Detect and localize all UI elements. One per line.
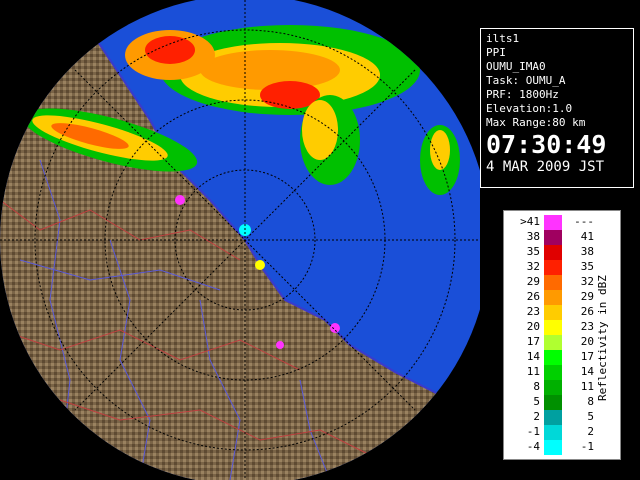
legend-lower-bound: 2 bbox=[533, 410, 540, 423]
legend-lower-bound: 14 bbox=[526, 350, 540, 363]
elevation-value: Elevation:1.0 bbox=[486, 102, 573, 115]
legend-lower-bound: >41 bbox=[520, 215, 540, 228]
legend-color-swatch bbox=[544, 290, 562, 305]
scan-type: PPI bbox=[486, 46, 506, 59]
legend-color-swatch bbox=[544, 260, 562, 275]
scan-time: 07:30:49 bbox=[486, 130, 607, 159]
scan-date: 4 MAR 2009 JST bbox=[486, 159, 605, 175]
legend-lower-bound: 32 bbox=[526, 260, 540, 273]
radar-map bbox=[0, 0, 480, 480]
legend-lower-bound: 8 bbox=[533, 380, 540, 393]
legend-upper-bound: 26 bbox=[580, 305, 594, 318]
legend-color-swatch bbox=[544, 275, 562, 290]
station-name: ilts1 bbox=[486, 32, 520, 45]
legend-upper-bound: 35 bbox=[580, 260, 594, 273]
legend-lower-bound: 11 bbox=[526, 365, 540, 378]
legend-color-swatch bbox=[544, 305, 562, 320]
legend-upper-bound: 11 bbox=[580, 380, 594, 393]
prf-value: PRF: 1800Hz bbox=[486, 88, 559, 101]
legend-color-swatch bbox=[544, 335, 562, 350]
legend-upper-bound: -1 bbox=[580, 440, 594, 453]
legend-upper-bound: --- bbox=[574, 215, 594, 228]
legend-row: 35 38 bbox=[504, 245, 620, 261]
legend-upper-bound: 41 bbox=[580, 230, 594, 243]
legend-upper-bound: 5 bbox=[587, 410, 594, 423]
legend-upper-bound: 23 bbox=[580, 320, 594, 333]
legend-color-swatch bbox=[544, 245, 562, 260]
reflectivity-legend: >41 --- 38 41 35 38 32 35 29 32 26 29 23 26 20 23 17 20 14… bbox=[503, 210, 621, 460]
legend-color-swatch bbox=[544, 425, 562, 440]
legend-color-swatch bbox=[544, 320, 562, 335]
legend-upper-bound: 32 bbox=[580, 275, 594, 288]
legend-color-swatch bbox=[544, 440, 562, 455]
legend-lower-bound: 23 bbox=[526, 305, 540, 318]
legend-row: >41 --- bbox=[504, 215, 620, 231]
legend-unit-label: Reflectivity in dBZ bbox=[596, 275, 609, 401]
legend-upper-bound: 8 bbox=[587, 395, 594, 408]
legend-upper-bound: 29 bbox=[580, 290, 594, 303]
legend-upper-bound: 2 bbox=[587, 425, 594, 438]
legend-lower-bound: 26 bbox=[526, 290, 540, 303]
legend-upper-bound: 38 bbox=[580, 245, 594, 258]
legend-color-swatch bbox=[544, 410, 562, 425]
legend-lower-bound: 29 bbox=[526, 275, 540, 288]
legend-color-swatch bbox=[544, 395, 562, 410]
radar-info-panel: ilts1 PPI OUMU_IMA0 Task: OUMU_A PRF: 18… bbox=[480, 28, 634, 188]
legend-row: -4 -1 bbox=[504, 440, 620, 456]
legend-lower-bound: 38 bbox=[526, 230, 540, 243]
legend-lower-bound: 5 bbox=[533, 395, 540, 408]
legend-upper-bound: 20 bbox=[580, 335, 594, 348]
legend-upper-bound: 17 bbox=[580, 350, 594, 363]
legend-color-swatch bbox=[544, 350, 562, 365]
max-range-value: Max Range:80 km bbox=[486, 116, 586, 129]
legend-color-swatch bbox=[544, 215, 562, 230]
legend-lower-bound: 17 bbox=[526, 335, 540, 348]
legend-color-swatch bbox=[544, 230, 562, 245]
legend-lower-bound: -4 bbox=[526, 440, 540, 453]
legend-color-swatch bbox=[544, 380, 562, 395]
task-name: Task: OUMU_A bbox=[486, 74, 566, 87]
legend-lower-bound: 20 bbox=[526, 320, 540, 333]
site-name: OUMU_IMA0 bbox=[486, 60, 546, 73]
legend-lower-bound: 35 bbox=[526, 245, 540, 258]
legend-upper-bound: 14 bbox=[580, 365, 594, 378]
legend-row: 38 41 bbox=[504, 230, 620, 246]
legend-color-swatch bbox=[544, 365, 562, 380]
legend-lower-bound: -1 bbox=[526, 425, 540, 438]
legend-row: -1 2 bbox=[504, 425, 620, 441]
